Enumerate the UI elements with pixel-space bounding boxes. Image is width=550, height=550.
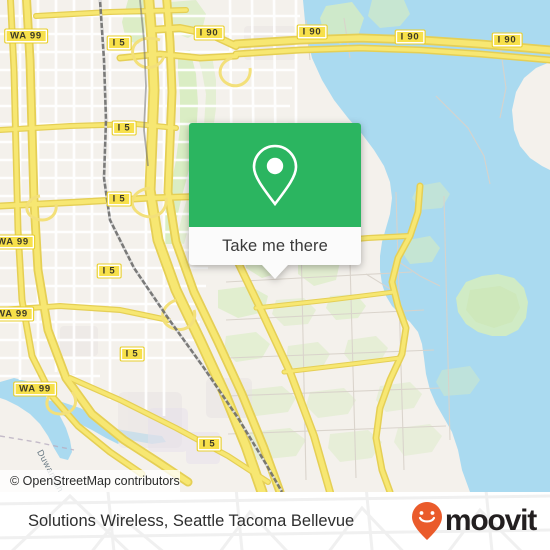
moovit-smiley-pin-icon xyxy=(411,502,442,540)
map-pin-icon xyxy=(252,144,298,207)
moovit-place-card: Duwamish WA 99 I 5 I 90 I 90 I 90 I 90 I… xyxy=(0,0,550,550)
place-popup-card[interactable]: Take me there xyxy=(189,123,361,279)
osm-attribution[interactable]: © OpenStreetMap contributors xyxy=(0,470,180,492)
highway-shield-i5: I 5 xyxy=(111,120,137,136)
highway-shield-wa99: WA 99 xyxy=(13,381,57,397)
highway-shield-i90: I 90 xyxy=(491,32,523,48)
map-canvas[interactable]: Duwamish WA 99 I 5 I 90 I 90 I 90 I 90 I… xyxy=(0,0,550,492)
place-title: Solutions Wireless, Seattle Tacoma Belle… xyxy=(28,511,355,530)
popup-footer[interactable]: Take me there xyxy=(189,227,361,265)
footer-bar: Solutions Wireless, Seattle Tacoma Belle… xyxy=(0,492,550,550)
highway-shield-i5: I 5 xyxy=(106,191,132,207)
highway-shield-i5: I 5 xyxy=(196,436,222,452)
highway-shield-i5: I 5 xyxy=(96,263,122,279)
highway-shield-wa99: WA 99 xyxy=(0,306,34,322)
highway-shield-i90: I 90 xyxy=(394,29,426,45)
highway-shield-i90: I 90 xyxy=(193,25,225,41)
moovit-wordmark: moovit xyxy=(444,504,537,537)
highway-shield-i5: I 5 xyxy=(119,346,145,362)
popup-header xyxy=(189,123,361,227)
highway-shield-i90: I 90 xyxy=(296,24,328,40)
popup-pointer-tail xyxy=(262,265,288,279)
highway-shield-wa99: WA 99 xyxy=(4,28,48,44)
highway-shield-i5: I 5 xyxy=(106,35,132,51)
take-me-there-label: Take me there xyxy=(222,236,328,255)
highway-shield-wa99: WA 99 xyxy=(0,234,35,250)
moovit-logo[interactable]: moovit xyxy=(410,501,537,541)
osm-attribution-text: © OpenStreetMap contributors xyxy=(10,474,180,488)
